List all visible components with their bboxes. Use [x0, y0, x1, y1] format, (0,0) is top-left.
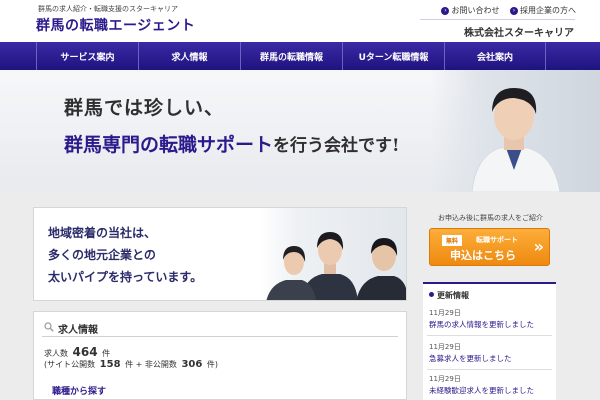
nav-item-uturn-info[interactable]: Uターン転職情報 [342, 42, 444, 70]
site-header: 群馬の求人紹介・転職支援のスターキャリア 群馬の転職エージェント › お問い合わせ… [0, 0, 600, 42]
news-panel: 更新情報 11月29日 群馬の求人情報を更新しました 11月29日 急募求人を更… [423, 282, 556, 400]
arrow-circle-icon: › [510, 7, 518, 15]
arrow-circle-icon: › [441, 7, 450, 15]
news-link[interactable]: 群馬の求人情報を更新しました [429, 319, 534, 330]
job-info-header: 求人情報 [42, 321, 398, 337]
banner-line: 多くの地元企業との [48, 248, 156, 262]
news-date: 11月29日 [429, 343, 461, 351]
job-count-unit: 件 [102, 349, 111, 358]
apply-subtitle: 転職サポート [476, 236, 518, 244]
news-link[interactable]: 未経験歓迎求人を更新しました [429, 385, 534, 396]
apply-label: 申込はこちら [450, 249, 516, 262]
banner-line: 太いパイプを持っています。 [48, 270, 203, 284]
news-title: 更新情報 [429, 290, 469, 301]
local-network-banner[interactable]: 地域密着の当社は、 多くの地元企業との 太いパイプを持っています。 [33, 207, 407, 301]
browse-by-category-link[interactable]: 職種から探す [52, 384, 106, 397]
hero-person-photo [471, 88, 561, 192]
banner-line: 地域密着の当社は、 [48, 226, 157, 240]
header-links: › お問い合わせ › 採用企業の方へ [433, 5, 576, 16]
nav-item-services[interactable]: サービス案内 [36, 42, 138, 70]
job-info-title: 求人情報 [58, 325, 98, 336]
news-link[interactable]: 急募求人を更新しました [429, 353, 512, 364]
apply-caption: お申込み後に群馬の求人をご紹介 [438, 214, 543, 222]
hero-headline-1: 群馬では珍しい、 [64, 97, 225, 119]
employer-link[interactable]: › 採用企業の方へ [510, 5, 576, 16]
news-date: 11月29日 [429, 309, 461, 317]
public-unit: 件 [125, 360, 134, 369]
plus-sign: + [135, 360, 143, 369]
banner-text: 地域密着の当社は、 多くの地元企業との 太いパイプを持っています。 [48, 222, 202, 288]
contact-link-label: お問い合わせ [451, 6, 500, 15]
job-count-breakdown: (サイト公開数 158 件 + 非公開数 306 件) [44, 359, 218, 370]
circle-bullet-icon [429, 292, 434, 297]
site-logo[interactable]: 群馬の転職エージェント [36, 15, 195, 35]
news-item[interactable]: 11月29日 未経験歓迎求人を更新しました [427, 372, 552, 400]
hero-highlight: 群馬専門の転職サポート [64, 134, 274, 156]
private-value: 306 [181, 359, 203, 370]
news-title-label: 更新情報 [437, 291, 469, 300]
hero-headline-rest: を行う会社です! [273, 136, 400, 156]
news-item[interactable]: 11月29日 急募求人を更新しました [427, 340, 552, 370]
nav-item-gunma-info[interactable]: 群馬の転職情報 [240, 42, 342, 70]
business-team-photo [266, 232, 406, 300]
news-item[interactable]: 11月29日 群馬の求人情報を更新しました [427, 306, 552, 336]
public-label: (サイト公開数 [44, 360, 96, 369]
employer-link-label: 採用企業の方へ [520, 6, 576, 15]
contact-link[interactable]: › お問い合わせ [441, 5, 499, 16]
job-info-panel: 求人情報 求人数 464 件 (サイト公開数 158 件 + 非公開数 306 … [33, 311, 407, 400]
hero-headline-2: 群馬専門の転職サポートを行う会社です! [64, 130, 399, 157]
main-nav: サービス案内 求人情報 群馬の転職情報 Uターン転職情報 会社案内 [0, 42, 600, 70]
news-date: 11月29日 [429, 375, 461, 383]
job-count: 求人数 464 件 [44, 345, 110, 359]
company-name: 株式会社スターキャリア [464, 28, 574, 39]
job-count-label: 求人数 [44, 349, 68, 358]
nav-item-jobs[interactable]: 求人情報 [138, 42, 240, 70]
banner-photo [260, 208, 406, 300]
private-unit: 件) [206, 360, 218, 369]
public-value: 158 [99, 359, 121, 370]
header-divider [420, 19, 575, 20]
site-tagline: 群馬の求人紹介・転職支援のスターキャリア [38, 5, 178, 13]
hero-banner: 群馬では珍しい、 群馬専門の転職サポートを行う会社です! [0, 70, 600, 192]
job-count-value: 464 [72, 345, 98, 359]
double-chevron-right-icon: » [533, 237, 544, 256]
search-icon [44, 322, 54, 332]
apply-button[interactable]: 無料 転職サポート 申込はこちら » [429, 228, 550, 266]
free-badge: 無料 [442, 235, 463, 246]
private-label: 非公開数 [144, 360, 177, 369]
nav-item-company[interactable]: 会社案内 [444, 42, 546, 70]
